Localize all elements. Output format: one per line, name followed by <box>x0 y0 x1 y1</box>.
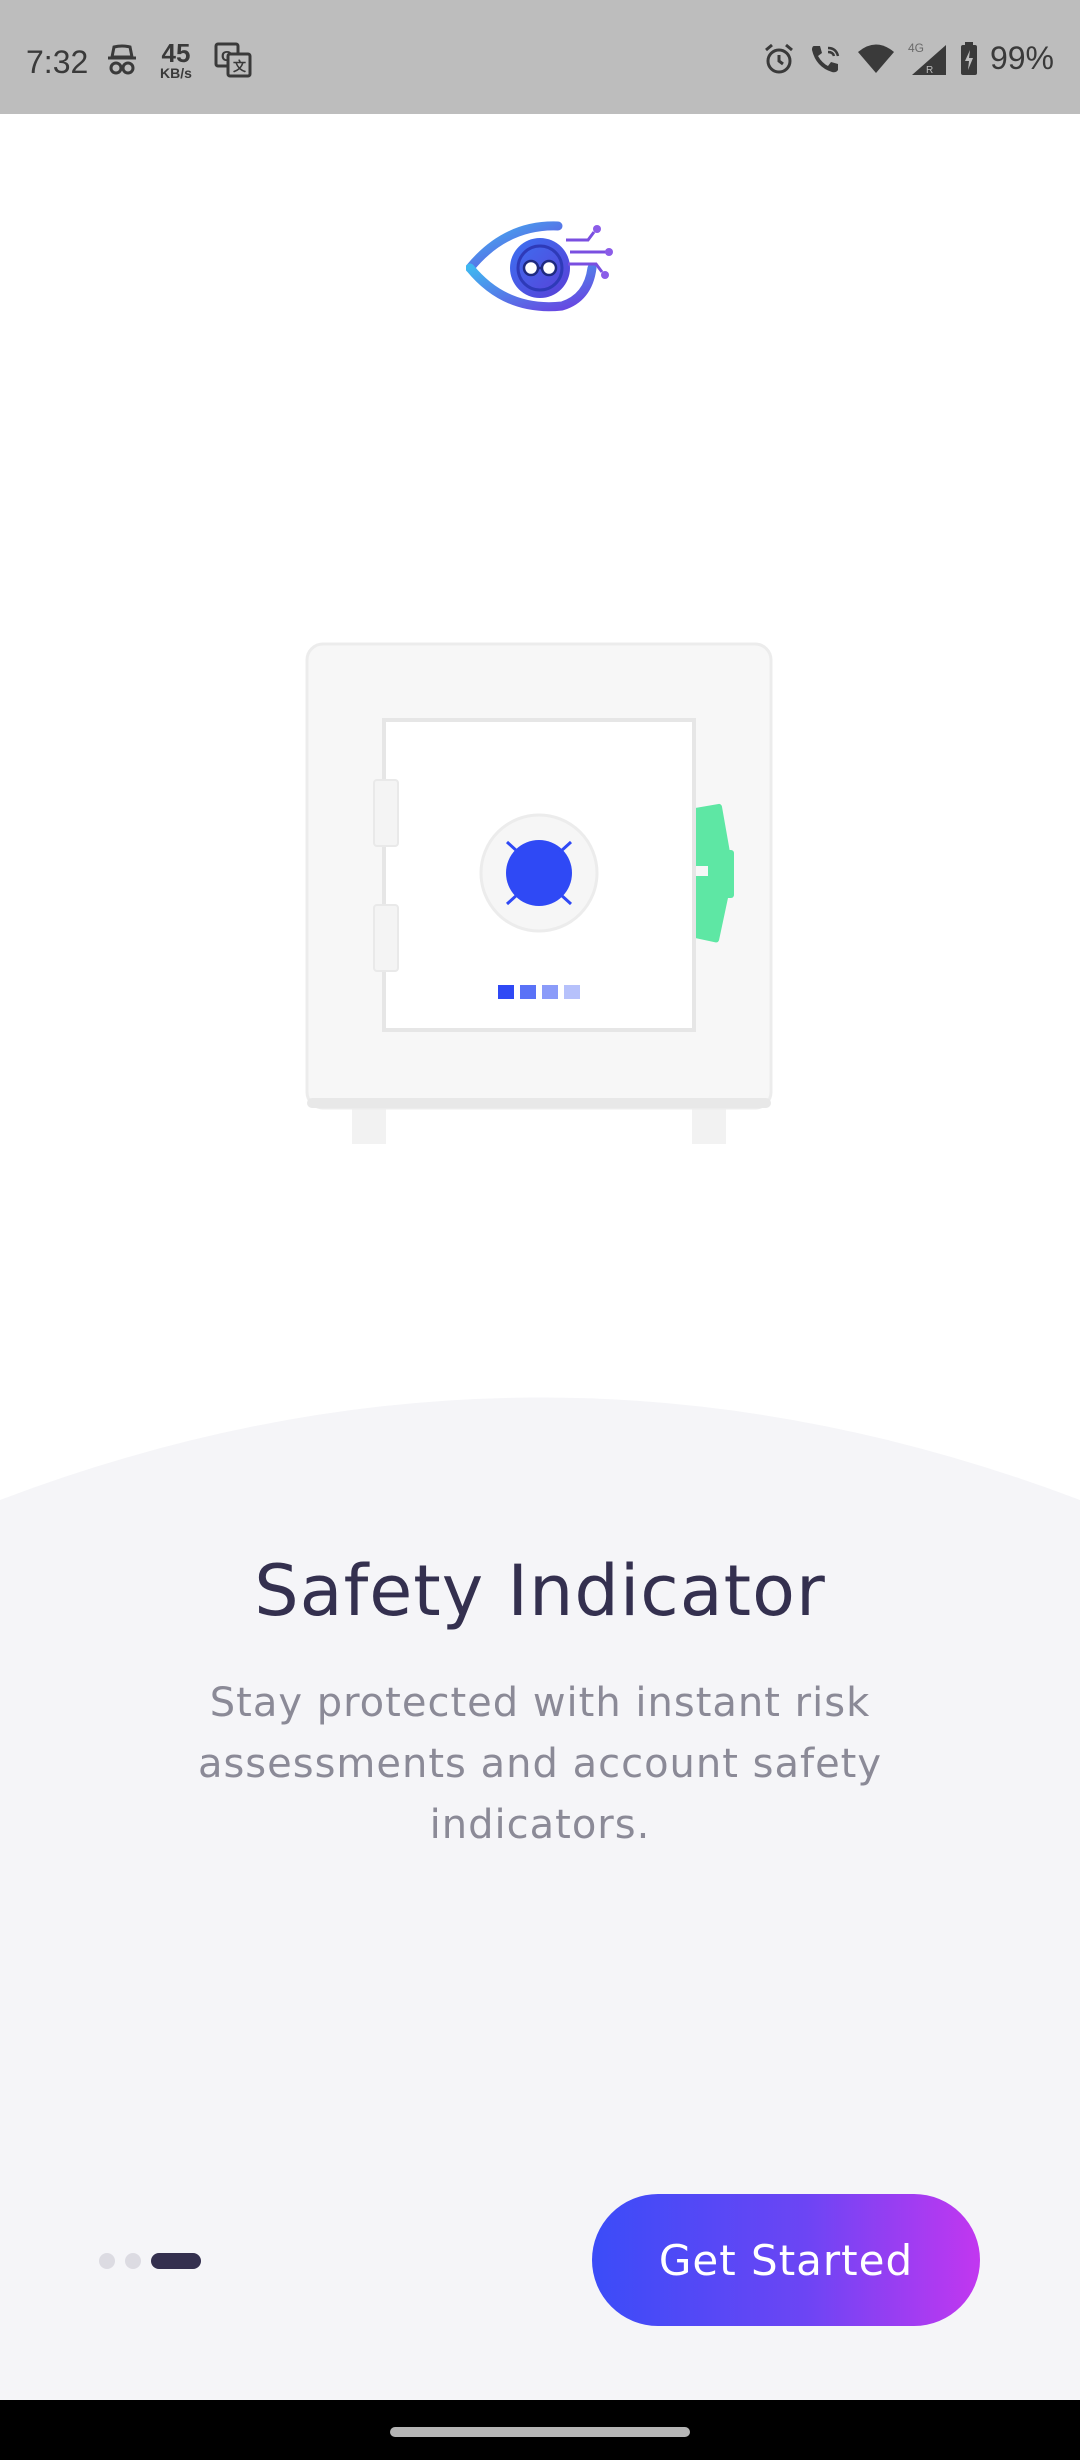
safe-indicator-3 <box>542 985 558 999</box>
translate-icon: G 文 <box>214 42 252 78</box>
network-speed-unit: KB/s <box>160 65 192 81</box>
navigation-bar <box>0 2400 1080 2460</box>
signal-4g-icon: 4G R <box>908 41 946 76</box>
safe-hinge-top <box>373 779 399 847</box>
onboarding-screen: 7:32 45 KB/s G 文 <box>0 0 1080 2460</box>
svg-text:文: 文 <box>233 59 247 75</box>
page-indicator-dot-3-active[interactable] <box>151 2253 201 2269</box>
svg-text:R: R <box>926 65 933 76</box>
safe-indicator-2 <box>520 985 536 999</box>
svg-text:4G: 4G <box>908 41 924 55</box>
onboarding-title: Safety Indicator <box>254 1550 826 1632</box>
safe-indicator-1 <box>498 985 514 999</box>
onboarding-description: Stay protected with instant risk assessm… <box>197 1680 883 1848</box>
battery-charging-icon <box>960 41 977 75</box>
status-right-icons: 4G R 99% <box>762 40 1054 77</box>
page-indicator-dot-2[interactable] <box>125 2253 141 2269</box>
page-indicator-dot-1[interactable] <box>99 2253 115 2269</box>
page-indicator <box>99 2253 201 2269</box>
battery-percentage: 99% <box>989 40 1054 76</box>
network-speed-value: 45 <box>161 38 191 68</box>
safe-indicator-4 <box>564 985 580 999</box>
safe-illustration <box>305 642 773 1144</box>
status-left-icons: 45 KB/s G 文 <box>106 40 252 80</box>
network-speed: 45 KB/s <box>160 40 192 80</box>
safe-hinge-bottom <box>373 904 399 972</box>
status-bar: 7:32 45 KB/s G 文 <box>0 0 1080 114</box>
app-logo-eye-icon <box>466 221 613 312</box>
wifi-icon <box>857 44 894 73</box>
wifi-call-icon <box>811 45 840 72</box>
status-time: 7:32 <box>26 44 89 80</box>
get-started-button[interactable]: Get Started <box>592 2194 980 2326</box>
alarm-icon <box>764 43 793 73</box>
incognito-icon <box>108 44 136 75</box>
home-gesture-handle[interactable] <box>390 2427 690 2437</box>
